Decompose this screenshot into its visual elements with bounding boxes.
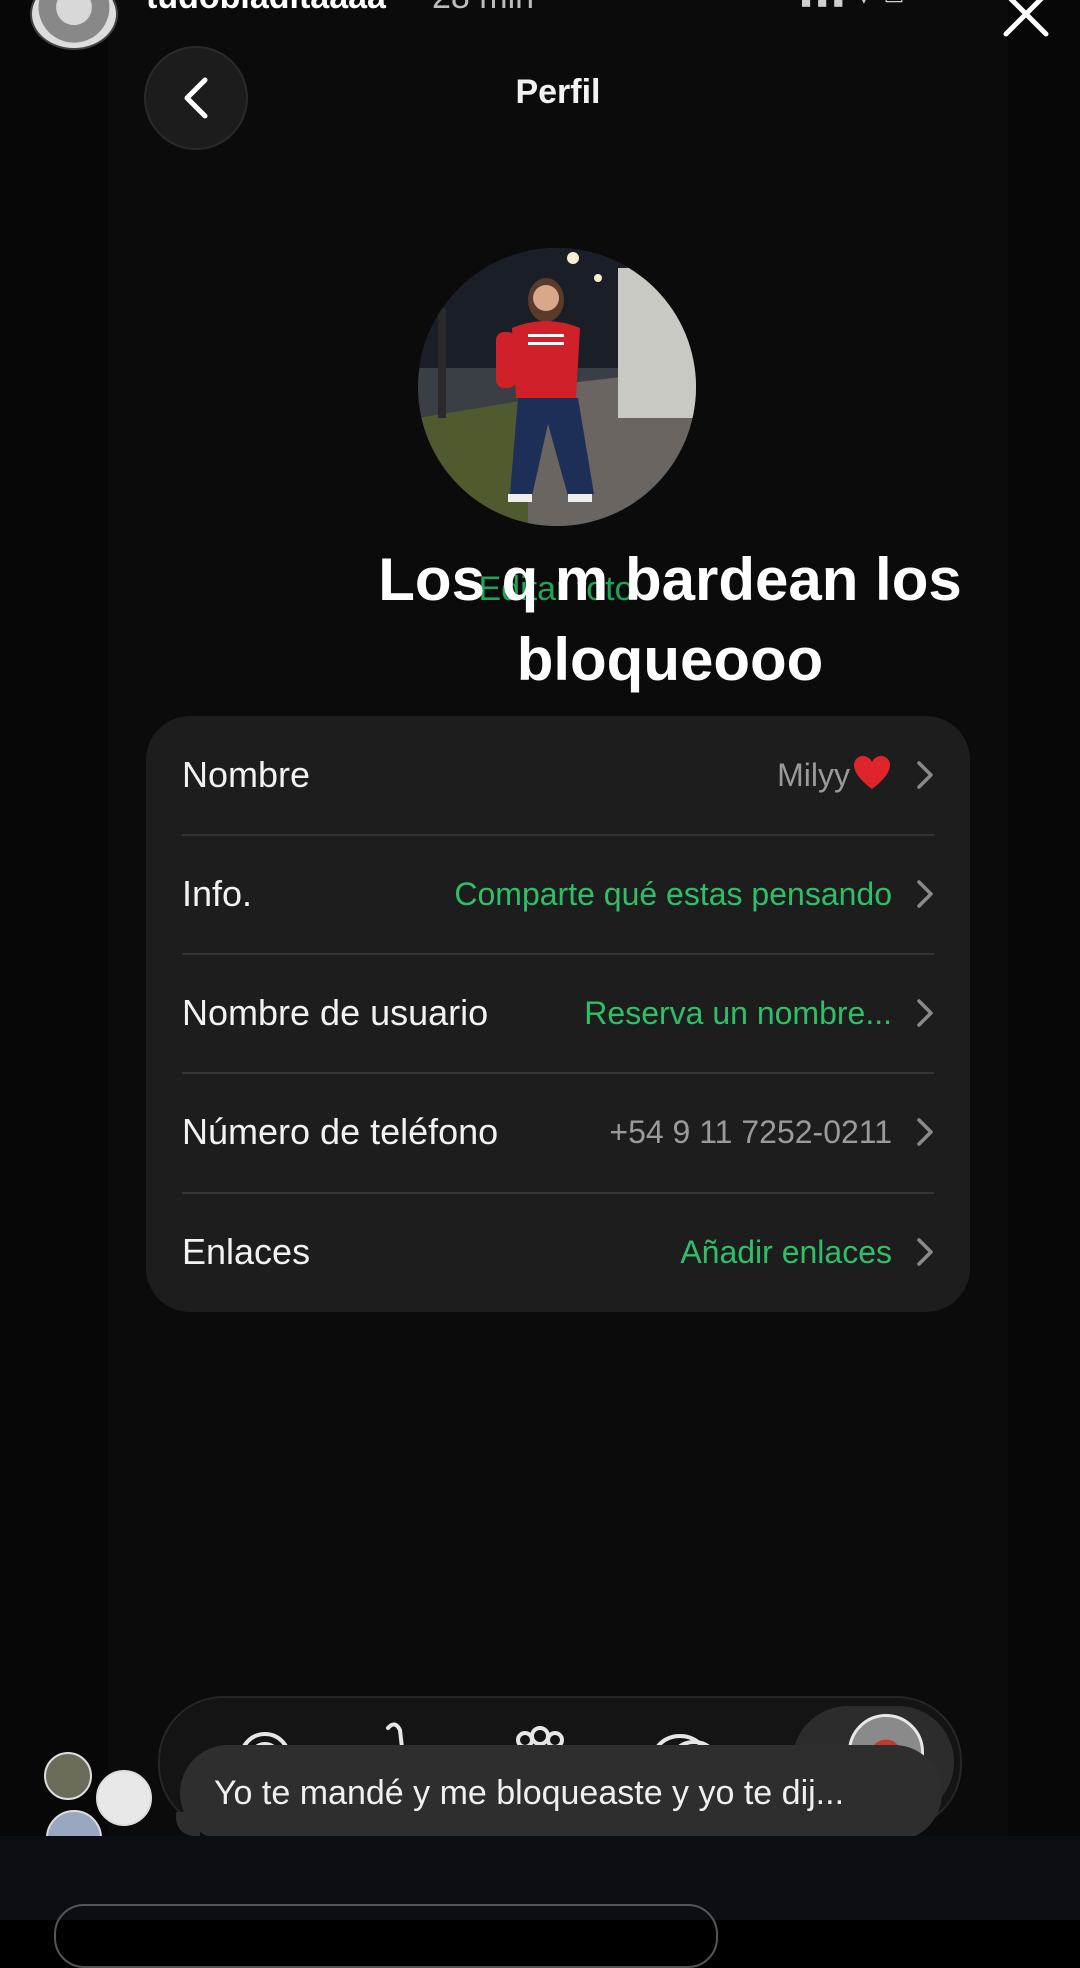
caption-line-1: Los q m bardean los <box>378 546 962 613</box>
row-label: Enlaces <box>182 1231 311 1272</box>
row-info[interactable]: Info. Comparte qué estas pensando <box>182 835 934 953</box>
page-title: Perfil <box>515 73 601 111</box>
message-input[interactable] <box>54 1904 718 1968</box>
row-links[interactable]: Enlaces Añadir enlaces <box>182 1193 934 1311</box>
story-username[interactable]: tudobladitaaaa <box>146 0 386 17</box>
profile-fields-card: Nombre Milyy Info. Comparte qué estas pe… <box>146 716 970 1312</box>
story-time: 28 min <box>432 0 534 17</box>
row-username[interactable]: Nombre de usuario Reserva un nombre... <box>182 954 934 1072</box>
reply-text: Yo te mandé y me bloqueaste y yo te dij.… <box>214 1773 845 1812</box>
chevron-right-icon <box>917 1118 933 1146</box>
close-icon[interactable] <box>998 0 1054 42</box>
chevron-right-icon <box>917 999 933 1027</box>
row-label: Info. <box>182 873 253 914</box>
story-caption: Los q m bardean los bloqueooo <box>300 540 1040 700</box>
caption-line-2: bloqueooo <box>516 626 824 693</box>
profile-photo-image <box>418 248 696 526</box>
row-value: Milyy <box>777 756 850 793</box>
profile-photo[interactable] <box>418 248 696 526</box>
row-label: Nombre de usuario <box>182 992 489 1033</box>
row-value: Reserva un nombre... <box>584 994 892 1031</box>
row-value: Comparte qué estas pensando <box>454 875 892 912</box>
status-icons: ▮▮▮ ▾ ▭ <box>800 0 908 10</box>
row-label: Número de teléfono <box>182 1111 499 1152</box>
reply-bubble[interactable]: Yo te mandé y me bloqueaste y yo te dij.… <box>180 1745 942 1841</box>
chevron-left-icon <box>184 77 208 119</box>
viewer-avatar <box>44 1752 92 1800</box>
chevron-right-icon <box>917 880 933 908</box>
row-phone[interactable]: Número de teléfono +54 9 11 7252-0211 <box>182 1073 934 1191</box>
heart-emoji <box>852 755 892 796</box>
row-label: Nombre <box>182 754 311 795</box>
row-value: +54 9 11 7252-0211 <box>609 1113 892 1150</box>
chevron-right-icon <box>917 1238 933 1266</box>
row-value: Añadir enlaces <box>680 1233 892 1270</box>
chevron-right-icon <box>917 761 933 789</box>
back-button[interactable] <box>144 46 248 150</box>
viewer-avatar <box>96 1770 152 1826</box>
row-name[interactable]: Nombre Milyy <box>182 716 934 834</box>
